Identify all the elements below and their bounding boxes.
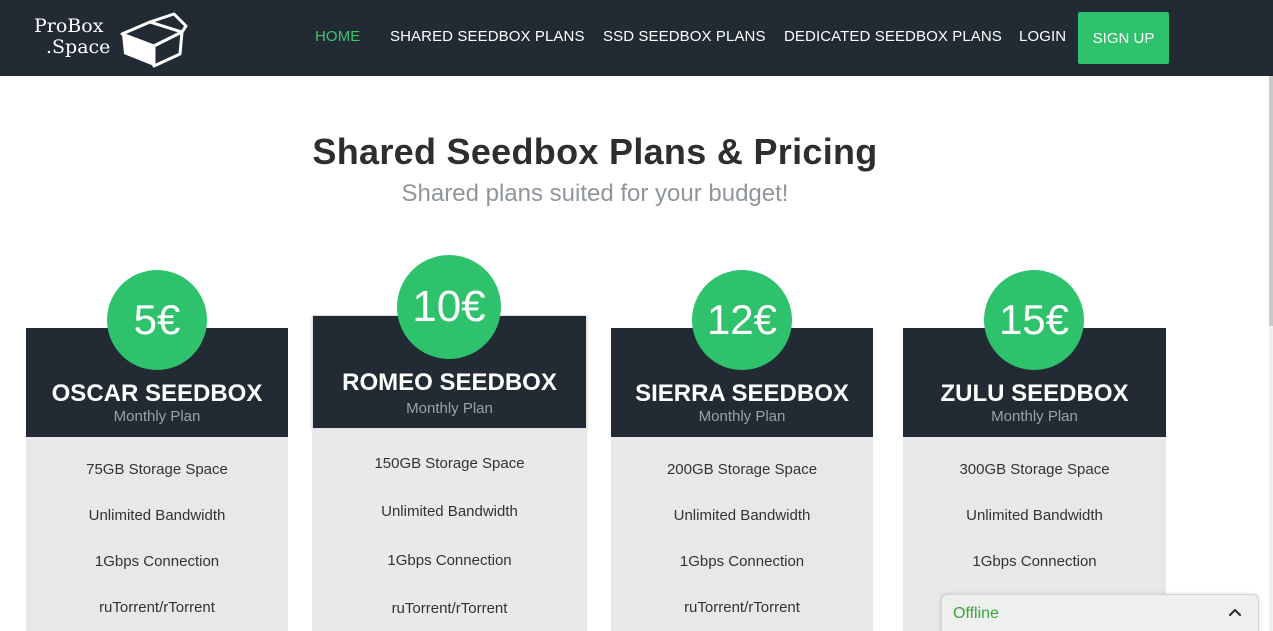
- feature-storage: 300GB Storage Space: [959, 461, 1110, 478]
- feature-storage: 75GB Storage Space: [86, 461, 228, 478]
- plan-period: Monthly Plan: [991, 408, 1078, 425]
- price-badge: 10€: [397, 255, 501, 359]
- price-badge: 12€: [692, 270, 792, 370]
- page-title: Shared Seedbox Plans & Pricing: [312, 131, 878, 172]
- plan-features: 75GB Storage Space Unlimited Bandwidth 1…: [26, 437, 288, 631]
- plan-name: SIERRA SEEDBOX: [635, 380, 849, 407]
- feature-client: ruTorrent/rTorrent: [684, 599, 800, 616]
- price-badge: 15€: [984, 270, 1084, 370]
- feature-bandwidth: Unlimited Bandwidth: [673, 507, 811, 524]
- plan-period: Monthly Plan: [698, 408, 786, 425]
- nav-ssd-seedbox-plans[interactable]: SSD SEEDBOX PLANS: [603, 28, 766, 45]
- chevron-up-icon[interactable]: [1226, 603, 1244, 621]
- feature-storage: 150GB Storage Space: [374, 455, 525, 472]
- site-header: ProBox .Space HOME SHARED SEEDBOX PLANS …: [0, 0, 1273, 76]
- sign-up-button[interactable]: SIGN UP: [1078, 12, 1169, 64]
- plan-name: ZULU SEEDBOX: [940, 380, 1129, 407]
- plan-features: 200GB Storage Space Unlimited Bandwidth …: [611, 437, 873, 631]
- feature-connection: 1Gbps Connection: [94, 553, 220, 570]
- plan-card-oscar: 5€ OSCAR SEEDBOX Monthly Plan 75GB Stora…: [26, 270, 288, 631]
- plan-name: ROMEO SEEDBOX: [342, 369, 557, 396]
- plan-features: 150GB Storage Space Unlimited Bandwidth …: [312, 429, 587, 631]
- plan-card-sierra: 12€ SIERRA SEEDBOX Monthly Plan 200GB St…: [611, 270, 873, 631]
- feature-client: ruTorrent/rTorrent: [99, 599, 215, 616]
- plan-name: OSCAR SEEDBOX: [51, 380, 263, 407]
- page-scrollbar[interactable]: [1269, 76, 1273, 631]
- price-badge: 5€: [107, 270, 207, 370]
- feature-connection: 1Gbps Connection: [387, 552, 512, 569]
- feature-bandwidth: Unlimited Bandwidth: [966, 507, 1103, 524]
- main-nav: HOME SHARED SEEDBOX PLANS SSD SEEDBOX PL…: [0, 0, 1273, 76]
- plan-period: Monthly Plan: [113, 408, 201, 425]
- live-chat-widget[interactable]: Offline: [941, 594, 1259, 631]
- page-subtitle: Shared plans suited for your budget!: [401, 180, 789, 207]
- feature-storage: 200GB Storage Space: [666, 461, 818, 478]
- feature-client: ruTorrent/rTorrent: [391, 600, 508, 617]
- nav-shared-seedbox-plans[interactable]: SHARED SEEDBOX PLANS: [390, 28, 585, 45]
- nav-login[interactable]: LOGIN: [1019, 28, 1066, 45]
- scrollbar-thumb[interactable]: [1269, 76, 1273, 326]
- chat-status: Offline: [953, 605, 999, 622]
- plan-card-zulu: 15€ ZULU SEEDBOX Monthly Plan 300GB Stor…: [903, 270, 1166, 631]
- plan-period: Monthly Plan: [406, 400, 493, 417]
- feature-bandwidth: Unlimited Bandwidth: [381, 503, 518, 520]
- nav-dedicated-seedbox-plans[interactable]: DEDICATED SEEDBOX PLANS: [784, 28, 1002, 45]
- feature-connection: 1Gbps Connection: [972, 553, 1097, 570]
- plan-card-romeo: 10€ ROMEO SEEDBOX Monthly Plan 150GB Sto…: [312, 255, 587, 631]
- nav-home[interactable]: HOME: [315, 28, 360, 45]
- feature-connection: 1Gbps Connection: [679, 553, 805, 570]
- feature-bandwidth: Unlimited Bandwidth: [88, 507, 226, 524]
